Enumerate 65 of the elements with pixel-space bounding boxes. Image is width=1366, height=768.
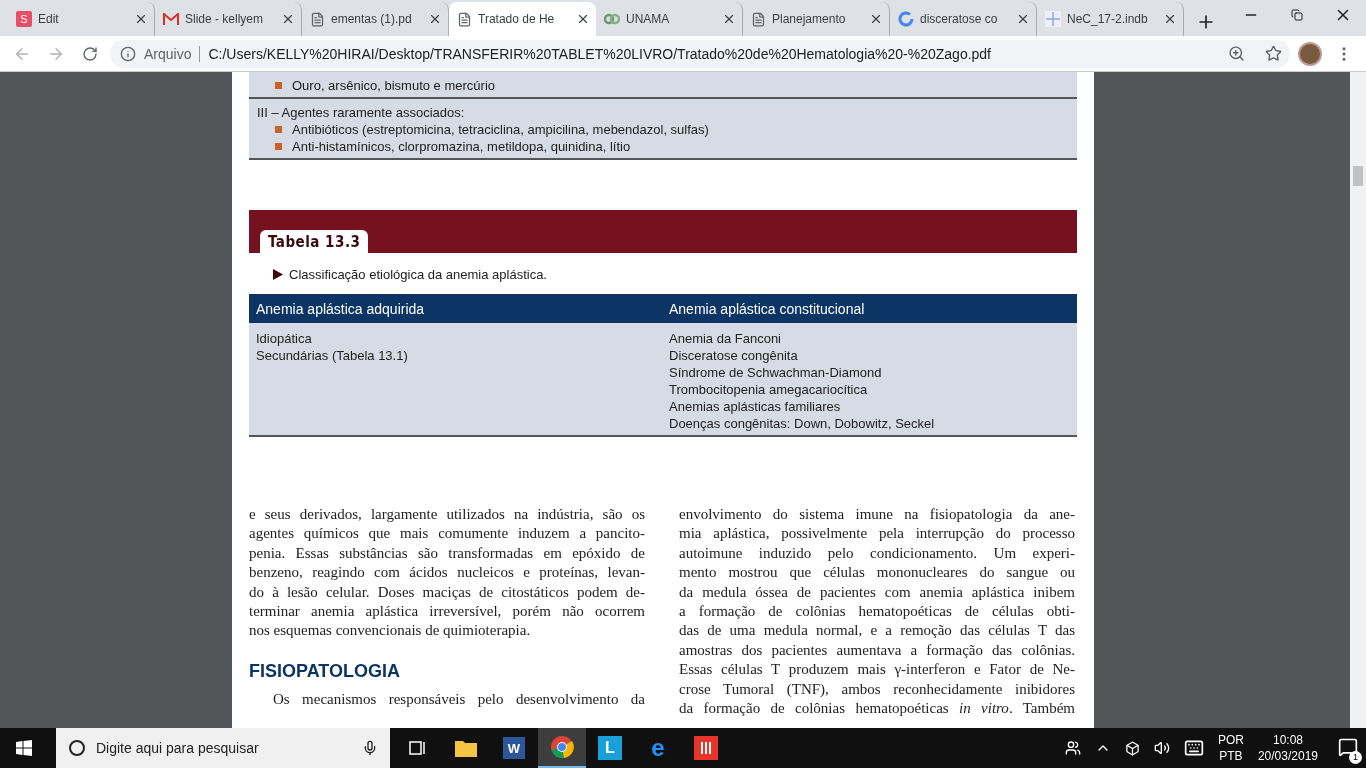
table-cell-text: Anemia da Fanconi	[669, 331, 782, 346]
list-item: Ouro, arsênico, bismuto e mercúrio	[292, 78, 496, 93]
address-bar[interactable]: Arquivo C:/Users/KELLY%20HIRAI/Desktop/TRANSFERIR%20TABLET%20LIVRO/Tratado%20de%20Hematologia%20-%20Zago.pdf	[110, 39, 1290, 68]
search-field[interactable]: Digite aqui para pesquisar	[56, 728, 390, 768]
body-paragraph: e seus derivados, largamente utilizados na indústria, são os agentes químicos que mais comumente induzem a pancito- penia. Essas substâncias são transformadas em epóxido de benzeno, reagindo com ácidos nucleicos e proteínas, levan- do à lesão celular. Doses maciças de citostáticos podem de- terminar anemia aplástica irreversível, porém não ocorrem nos esquemas convencionais de quimioterapia.	[249, 505, 645, 641]
notification-badge: 1	[1349, 750, 1362, 764]
table-cell-text: Anemias aplásticas familiares	[669, 399, 842, 414]
star-icon[interactable]	[1265, 45, 1282, 62]
triangle-icon	[273, 269, 283, 280]
table-cell-text: Disceratose congênita	[669, 348, 799, 363]
table-label: Tabela 13.3	[260, 230, 369, 253]
link-logo-icon	[604, 12, 620, 26]
close-icon[interactable]	[428, 12, 442, 26]
table-caption: Classificação etiológica da anemia aplástica.	[289, 267, 547, 282]
close-icon[interactable]	[1163, 12, 1177, 26]
s-logo-icon: S	[16, 11, 32, 27]
table-cell-text: Doenças congênitas: Down, Dobowitz, Seckel	[669, 416, 936, 431]
reload-icon[interactable]	[82, 45, 98, 62]
body-paragraph: envolvimento do sistema imune na fisiopatologia da ane- mia aplástica, possivelmente pela interrupção do processo autoimune induzido pelo condicionamento. Um experi- mento mostrou que células mononucleares do sangue ou da medula óssea de pacientes com anemia aplástica inibem a formação de colônias hematopoéticas de células obti- das de uma medula normal, e a remoção das células T das amostras dos pacientes aumentava a formação das colônias. Essas células T produzem mais γ-interferon e Fator de Ne- crose Tumoral (TNF), ambos reconhecidamente inibidores da formação de colônias hematopoéticas in vitro. Também	[679, 505, 1075, 719]
table-cell-text: Trombocitopenia amegacariocítica	[669, 382, 869, 397]
close-icon[interactable]	[576, 12, 590, 26]
cortana-icon	[68, 739, 86, 757]
document-icon	[310, 11, 325, 27]
table-cell-text: Síndrome de Schwachman-Diamond	[669, 365, 883, 380]
document-icon	[751, 11, 766, 27]
bullet-icon	[275, 82, 282, 89]
bullet-icon	[275, 143, 282, 150]
list-heading: III – Agentes raramente associados:	[257, 105, 466, 120]
close-icon[interactable]	[869, 12, 883, 26]
close-icon[interactable]	[134, 12, 148, 26]
close-icon[interactable]	[1016, 12, 1030, 26]
document-icon	[457, 11, 472, 27]
table-cell-text: Idiopática	[256, 331, 313, 346]
list-item: Anti-histamínicos, clorpromazina, metildopa, quinidina, lítio	[292, 139, 631, 154]
column-header: Anemia aplástica adquirida	[256, 300, 426, 317]
clock[interactable]: 10:08 20/03/2019	[1257, 732, 1318, 764]
close-icon[interactable]	[722, 12, 736, 26]
edge-icon[interactable]: e	[651, 736, 665, 760]
scrollbar[interactable]	[1350, 72, 1366, 728]
windows-icon[interactable]	[16, 740, 32, 756]
column-header: Anemia aplástica constitucional	[669, 300, 866, 317]
app-icon[interactable]	[694, 736, 718, 760]
task-view-icon[interactable]	[409, 740, 427, 756]
mail-icon	[163, 13, 179, 25]
volume-icon[interactable]	[1153, 740, 1170, 756]
keyboard-icon[interactable]	[1183, 738, 1204, 758]
close-icon[interactable]	[281, 12, 295, 26]
scroll-thumb[interactable]	[1353, 166, 1363, 186]
table-cell-text: Secundárias (Tabela 13.1)	[256, 348, 409, 363]
avatar[interactable]	[1298, 41, 1322, 66]
cross-thumbnail-icon	[1045, 11, 1061, 27]
chrome-icon[interactable]	[550, 735, 574, 759]
info-icon[interactable]	[120, 45, 136, 62]
section-heading: FISIOPATOLOGIA	[249, 660, 401, 682]
language-indicator[interactable]: POR PTB	[1217, 732, 1244, 764]
body-paragraph: Os mecanismos responsáveis pelo desenvolvimento da	[272, 689, 645, 709]
restore-icon[interactable]	[1291, 9, 1303, 21]
microphone-icon[interactable]	[362, 740, 378, 756]
bullet-icon	[275, 126, 282, 133]
people-icon[interactable]	[1064, 740, 1081, 756]
browser-tab[interactable]: Tratado de He	[449, 2, 596, 36]
word-icon[interactable]: W	[503, 737, 525, 759]
folder-icon[interactable]	[455, 739, 477, 757]
zoom-icon[interactable]	[1228, 45, 1245, 62]
list-item: Antibióticos (estreptomicina, tetraciclina, ampicilina, mebendazol, sulfas)	[292, 122, 709, 137]
